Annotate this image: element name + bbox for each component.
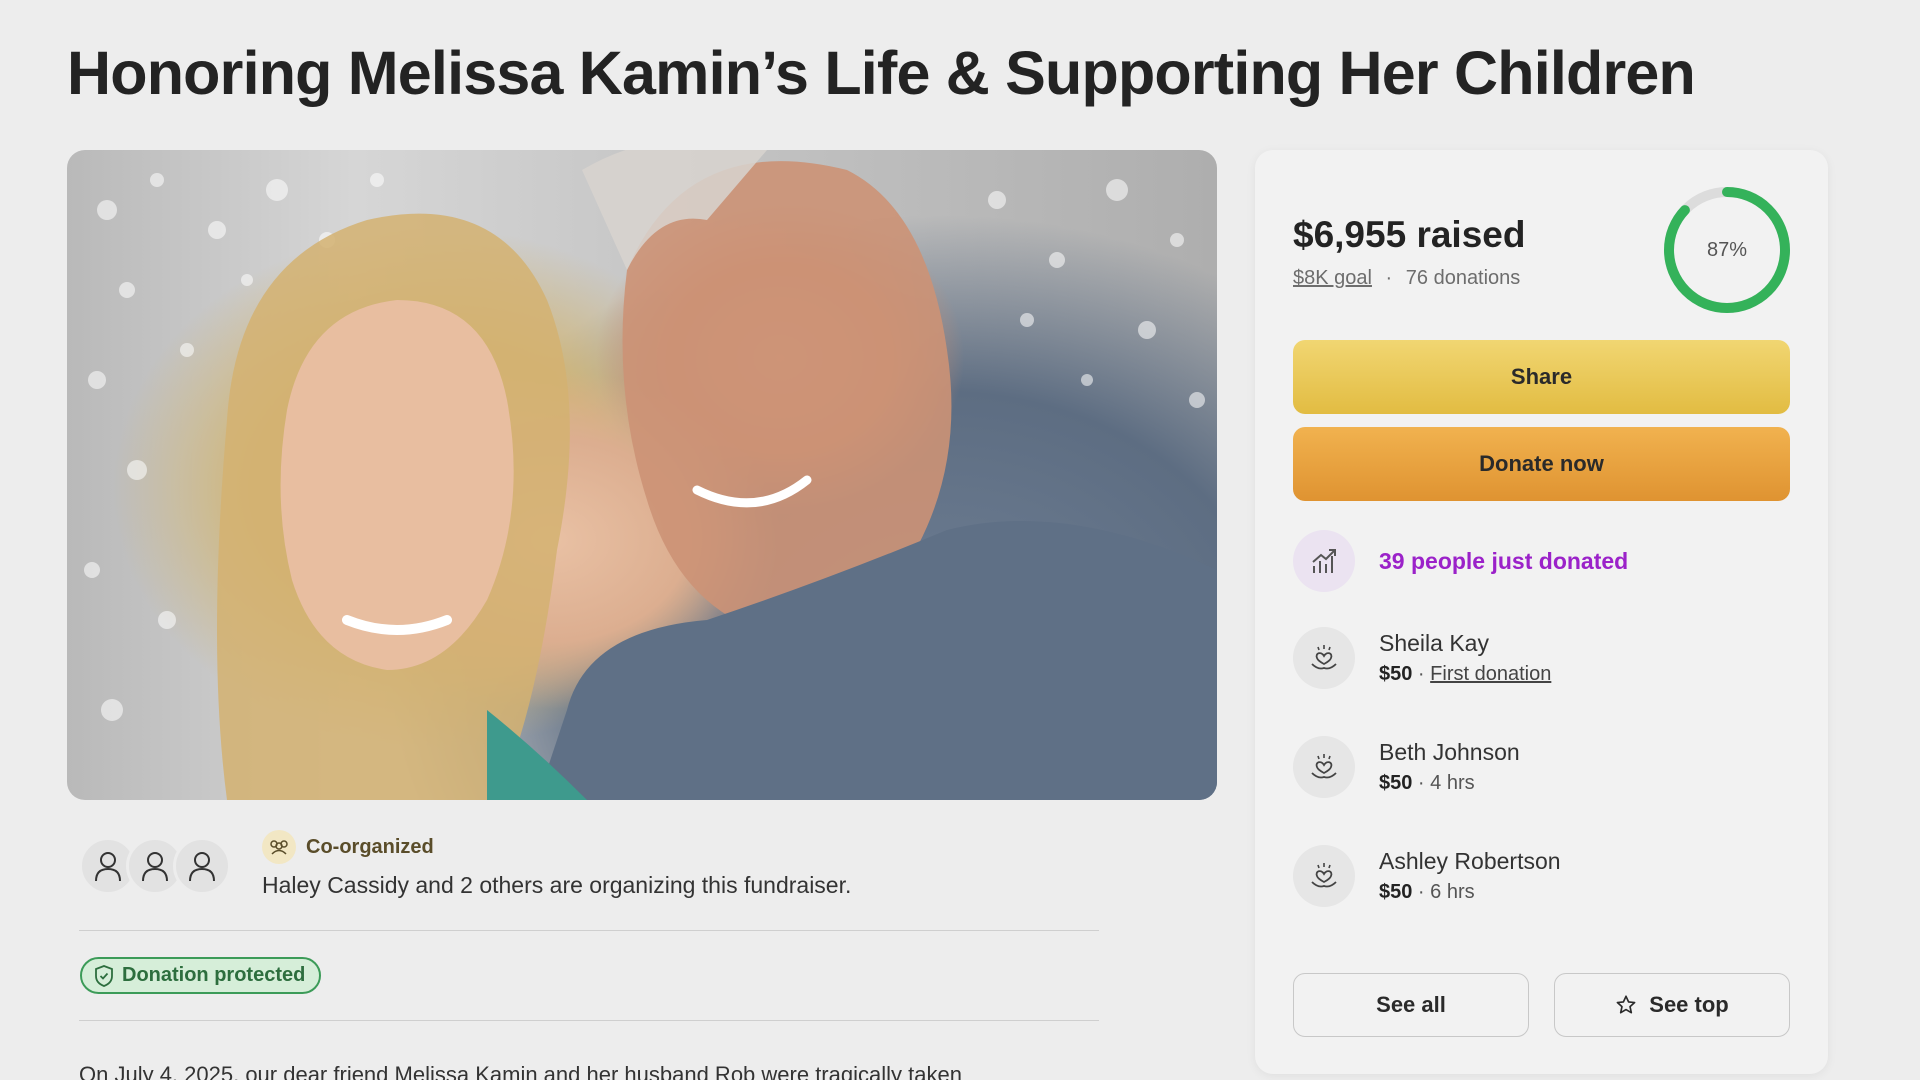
donor-time: 6 hrs [1430,881,1475,903]
person-icon [142,852,168,882]
recent-activity: 39 people just donated [1293,530,1628,592]
organizer-avatar[interactable] [173,837,231,895]
donation-count: 76 donations [1405,267,1521,289]
story-text: On July 4, 2025, our dear friend Melissa… [79,1062,962,1080]
campaign-photo-illustration [84,150,1217,800]
separator: · [1385,267,1393,289]
heart-hand-icon [1293,627,1355,689]
donor-item: Sheila Kay $50 · First donation [1293,627,1551,689]
see-all-label: See all [1376,992,1446,1017]
page-title: Honoring Melissa Kamin’s Life & Supporti… [67,39,1696,107]
first-donation-link[interactable]: First donation [1430,663,1551,685]
organizer-text: Haley Cassidy and 2 others are organizin… [262,872,852,898]
co-organized-label: Co-organized [306,835,434,858]
see-all-button[interactable]: See all [1293,973,1529,1037]
trending-icon [1293,530,1355,592]
donate-now-button[interactable]: Donate now [1293,427,1790,501]
donation-protected-label: Donation protected [122,964,306,986]
amount-raised: $6,955 raised [1293,214,1526,255]
donor-amount: $50 [1379,663,1413,685]
donor-name: Beth Johnson [1379,739,1520,765]
person-icon [189,852,215,882]
donor-name: Sheila Kay [1379,630,1489,656]
goal-link[interactable]: $8K goal [1293,267,1372,289]
heart-hand-icon [1293,736,1355,798]
donor-meta: $50 · 6 hrs [1379,881,1475,903]
donation-protected-badge[interactable]: Donation protected [80,957,322,994]
donor-item: Ashley Robertson $50 · 6 hrs [1293,845,1561,907]
see-top-button[interactable]: See top [1554,973,1790,1037]
donor-amount: $50 [1379,881,1413,903]
donor-amount: $50 [1379,772,1413,794]
shield-icon [95,964,113,987]
organizer-avatars[interactable] [79,837,239,897]
group-icon [262,830,296,864]
campaign-photo [67,150,1217,800]
progress-percent: 87% [1706,238,1748,261]
star-icon [1616,995,1636,1014]
donor-meta: $50 · 4 hrs [1379,772,1475,794]
share-button[interactable]: Share [1293,340,1790,414]
divider [79,1020,1099,1021]
heart-hand-icon [1293,845,1355,907]
donor-item: Beth Johnson $50 · 4 hrs [1293,736,1520,798]
donor-time: 4 hrs [1430,772,1475,794]
recent-activity-text: 39 people just donated [1379,547,1629,574]
donor-meta: $50 · First donation [1379,663,1552,685]
goal-line: $8K goal · 76 donations [1293,267,1520,290]
donation-card: $6,955 raised $8K goal · 76 donations 87… [1255,150,1828,1074]
person-icon [95,852,121,882]
divider [79,930,1099,931]
co-organized-badge: Co-organized [262,830,434,864]
see-top-label: See top [1649,992,1729,1017]
donor-name: Ashley Robertson [1379,848,1561,874]
